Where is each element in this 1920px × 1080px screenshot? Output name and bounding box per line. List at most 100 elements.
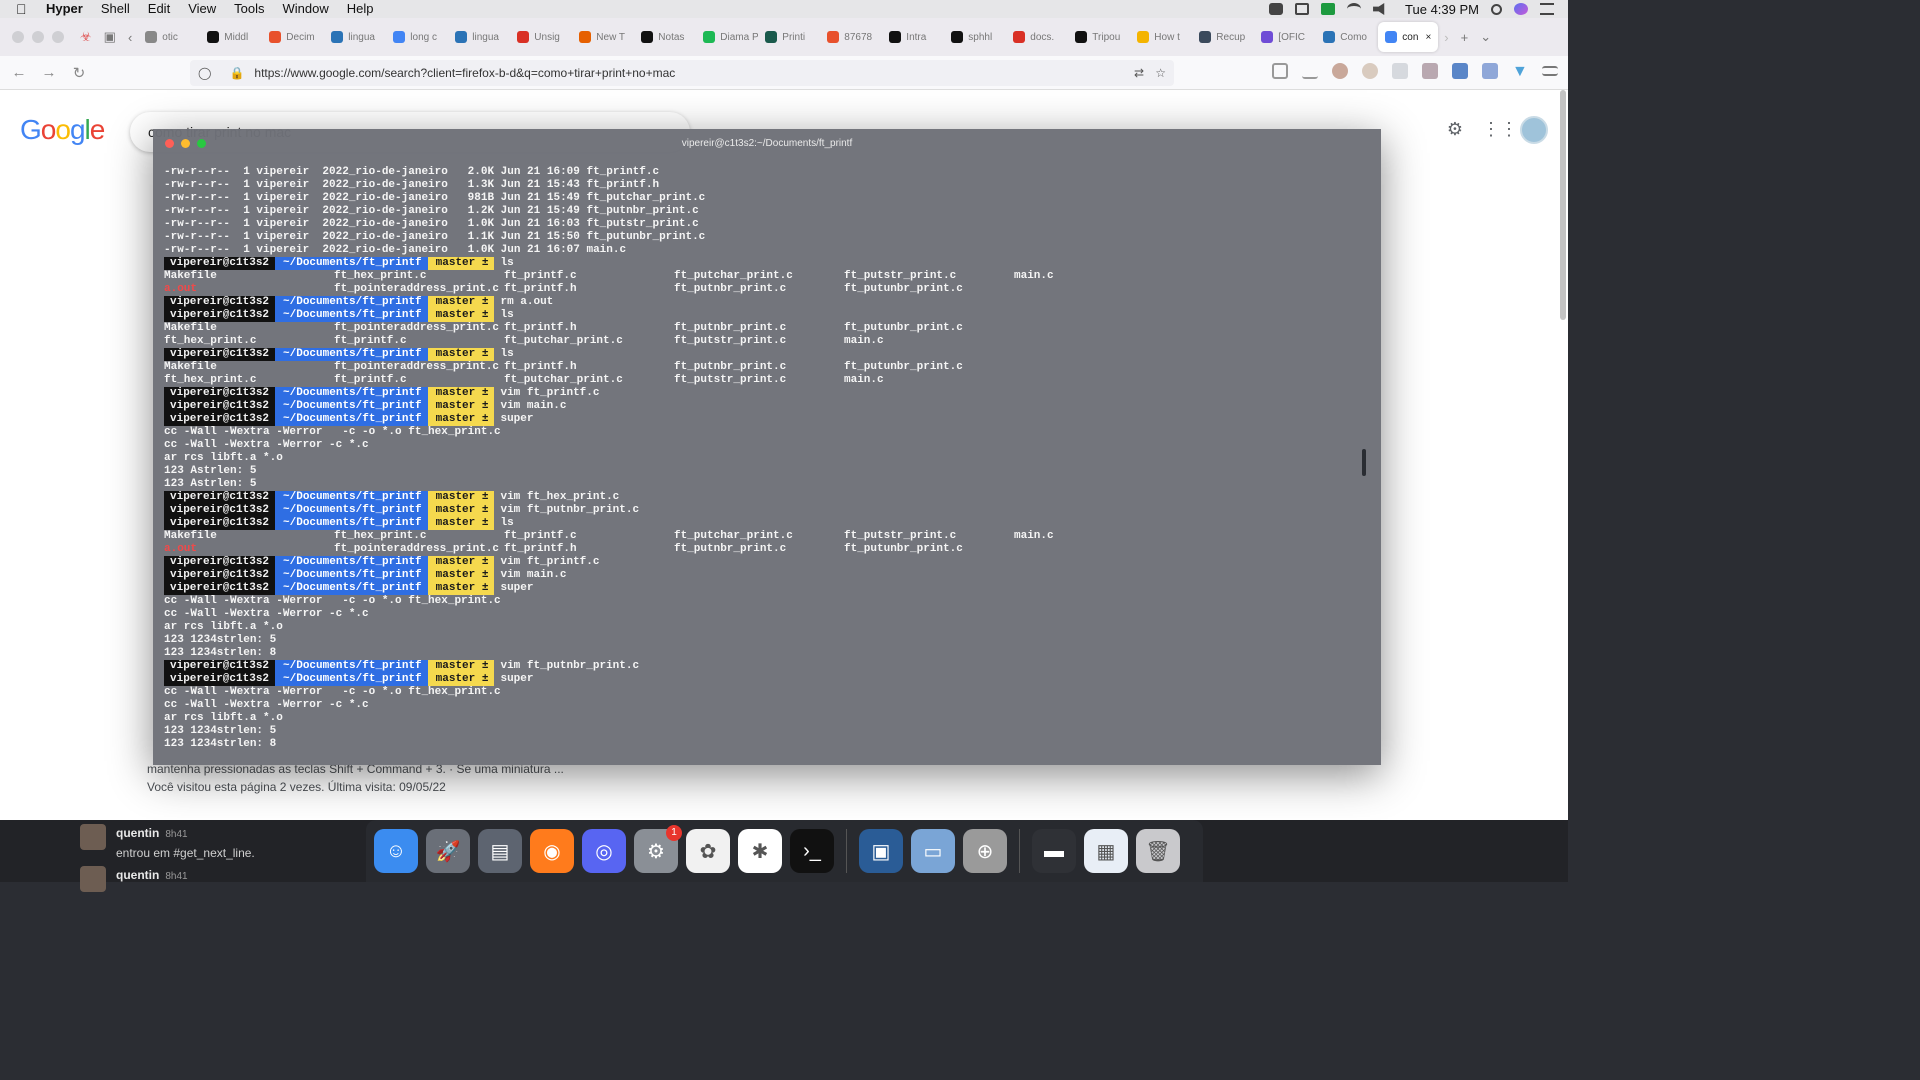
browser-tab[interactable]: Como [1316, 22, 1378, 52]
disk-utility-icon[interactable]: ⊕ [963, 829, 1007, 873]
archive-icon[interactable]: ▤ [478, 829, 522, 873]
display-icon[interactable] [1295, 3, 1310, 15]
browser-tab[interactable]: New T [572, 22, 634, 52]
apple-icon[interactable]:  [16, 0, 32, 18]
output-line: 123 1234strlen: 8 [164, 647, 277, 659]
bookmark-star-icon[interactable]: ☆ [1155, 66, 1166, 80]
hyper-terminal-window[interactable]: vipereir@c1t3s2:~/Documents/ft_printf -r… [153, 129, 1381, 765]
browser-tab[interactable]: docs. [1006, 22, 1068, 52]
tabs-scroll-right-icon[interactable]: › [1444, 30, 1448, 45]
page-scrollbar-thumb[interactable] [1560, 90, 1566, 320]
lock-icon[interactable]: 🔒 [229, 66, 244, 80]
slack-message[interactable]: quentin 8h41 entrou em #get_next_line. [80, 824, 255, 860]
browser-tab[interactable]: lingua [324, 22, 386, 52]
browser-tab[interactable]: 87678 [820, 22, 882, 52]
back-icon[interactable]: ← [4, 64, 34, 81]
browser-tab[interactable]: [OFIC [1254, 22, 1316, 52]
avatar[interactable] [1520, 116, 1548, 144]
menu-app-name[interactable]: Hyper [46, 0, 83, 18]
extension-icon-5[interactable] [1482, 63, 1498, 79]
volume-icon[interactable] [1373, 3, 1385, 15]
browser-tab[interactable]: Middl [200, 22, 262, 52]
browser-tab[interactable]: long c [386, 22, 448, 52]
extension-icon-2[interactable] [1392, 63, 1408, 79]
zoom-window-button[interactable] [52, 31, 64, 43]
apps-grid-icon[interactable]: ⋮⋮⋮ [1482, 119, 1536, 141]
url-bar[interactable]: ◯ 🔒 https://www.google.com/search?client… [190, 60, 1174, 86]
menu-shell[interactable]: Shell [101, 0, 130, 18]
slack-icon[interactable]: ✱ [738, 829, 782, 873]
window-thumb-icon[interactable]: ▬ [1032, 829, 1076, 873]
browser-tab[interactable]: Printi [758, 22, 820, 52]
url-text[interactable]: https://www.google.com/search?client=fir… [254, 66, 675, 80]
extension-icon[interactable]: ▣ [104, 29, 116, 45]
menu-clock[interactable]: Tue 4:39 PM [1405, 2, 1479, 17]
new-tab-icon[interactable]: + [1461, 30, 1469, 45]
pocket-icon[interactable] [1272, 63, 1288, 79]
siri-icon[interactable] [1514, 3, 1528, 15]
search-icon[interactable] [1491, 3, 1502, 15]
account-icon[interactable] [1332, 63, 1348, 79]
slack-author[interactable]: quentin [116, 868, 159, 882]
reload-icon[interactable]: ↻ [64, 64, 94, 82]
terminal-titlebar[interactable]: vipereir@c1t3s2:~/Documents/ft_printf [153, 129, 1381, 157]
output-line: cc -Wall -Wextra -Werror -c *.c [164, 699, 369, 711]
page-scrollbar[interactable] [1560, 90, 1566, 820]
avatar[interactable] [80, 866, 106, 892]
google-logo[interactable]: Google [20, 114, 105, 146]
accessibility-icon[interactable] [1269, 3, 1284, 15]
browser-tab[interactable]: Diama PLAYING [696, 22, 758, 52]
terminal-scrollbar[interactable] [1362, 449, 1366, 476]
browser-tab[interactable]: Notas [634, 22, 696, 52]
slack-author[interactable]: quentin [116, 826, 159, 840]
finder-icon[interactable]: ☺ [374, 829, 418, 873]
browser-tab[interactable]: Intra [882, 22, 944, 52]
browser-tab[interactable]: Recup [1192, 22, 1254, 52]
extension-icon-6[interactable]: ▼ [1512, 63, 1528, 80]
tracking-shield-icon[interactable]: ◯ [198, 66, 211, 80]
preview-icon[interactable]: ▭ [911, 829, 955, 873]
browser-tab[interactable]: How t [1130, 22, 1192, 52]
menu-view[interactable]: View [188, 0, 216, 18]
extension-icon-3[interactable] [1422, 63, 1438, 79]
translate-icon[interactable]: ⇄ [1134, 66, 1144, 80]
tabs-scroll-left-icon[interactable]: ‹ [128, 30, 132, 45]
close-tab-icon[interactable]: × [1425, 32, 1431, 43]
downloads-icon[interactable] [1302, 63, 1318, 79]
browser-tab[interactable]: sphhl [944, 22, 1006, 52]
extension-icon-4[interactable] [1452, 63, 1468, 79]
tab-overflow-icon[interactable]: ⌄ [1480, 29, 1491, 45]
terminal-output[interactable]: -rw-r--r-- 1 vipereir 2022_rio-de-janeir… [164, 166, 1361, 751]
browser-tab[interactable]: con × [1378, 22, 1439, 52]
browser-tab[interactable]: otic [138, 22, 200, 52]
menu-icon[interactable] [1542, 66, 1558, 76]
menu-edit[interactable]: Edit [148, 0, 170, 18]
system-preferences-icon[interactable]: ⚙ 1 [634, 825, 682, 873]
firefox-icon[interactable]: ◉ [530, 829, 574, 873]
flag-icon[interactable] [1321, 3, 1336, 15]
forward-icon[interactable]: → [34, 64, 64, 81]
document-thumb-icon[interactable]: ▦ [1084, 829, 1128, 873]
avatar[interactable] [80, 824, 106, 850]
menu-help[interactable]: Help [347, 0, 374, 18]
control-center-icon[interactable] [1540, 3, 1554, 15]
virtualbox-icon[interactable]: ▣ [859, 829, 903, 873]
tab-list-icon[interactable]: ☣ [80, 29, 92, 45]
browser-tab[interactable]: lingua [448, 22, 510, 52]
gear-icon[interactable]: ⚙ [1444, 119, 1466, 141]
browser-tab[interactable]: Unsig [510, 22, 572, 52]
extension-icon-1[interactable] [1362, 63, 1378, 79]
discord-icon[interactable]: ◎ [582, 829, 626, 873]
minimize-window-button[interactable] [32, 31, 44, 43]
slack-message[interactable]: quentin 8h41 [80, 866, 188, 892]
trash-icon[interactable]: 🗑 [1136, 829, 1180, 873]
close-window-button[interactable] [12, 31, 24, 43]
photos-icon[interactable]: ✿ [686, 829, 730, 873]
menu-tools[interactable]: Tools [234, 0, 264, 18]
browser-tab[interactable]: Tripou [1068, 22, 1130, 52]
browser-tab[interactable]: Decim [262, 22, 324, 52]
launchpad-icon[interactable]: 🚀 [426, 829, 470, 873]
hyper-terminal-icon[interactable]: ›_ [790, 829, 834, 873]
menu-window[interactable]: Window [283, 0, 329, 18]
wifi-icon[interactable] [1347, 3, 1362, 15]
